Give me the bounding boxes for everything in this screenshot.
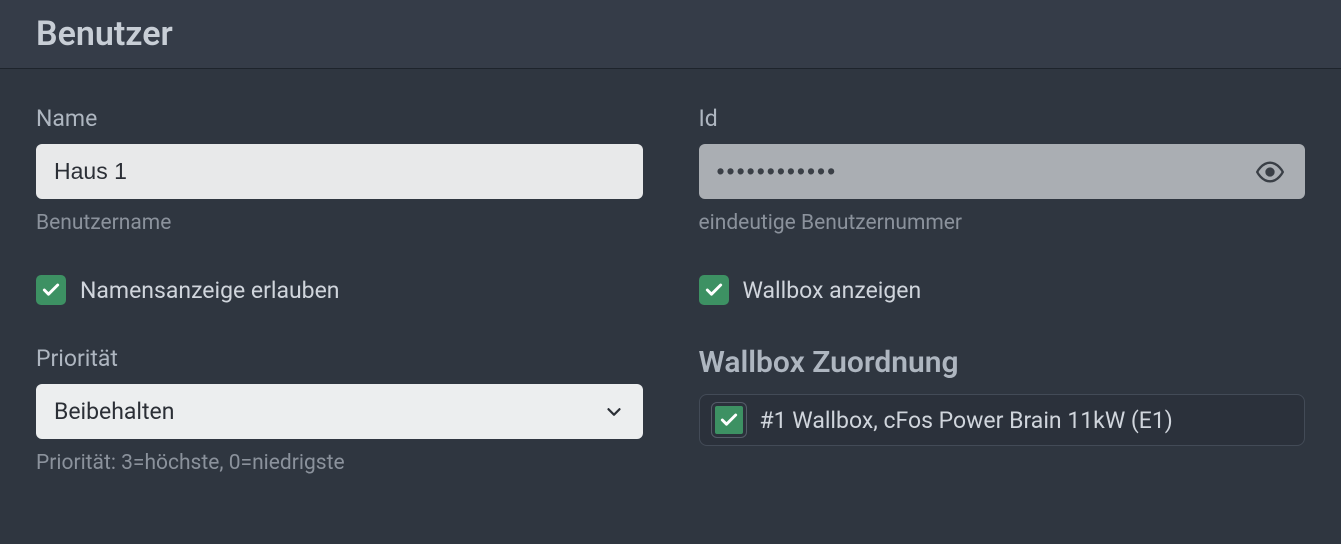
id-field: Id eindeutige Benutzernummer — [699, 105, 1306, 235]
panel-header: Benutzer — [0, 0, 1341, 69]
priority-select[interactable]: Beibehalten — [36, 384, 643, 439]
panel-title: Benutzer — [36, 14, 1305, 54]
wallbox-assignment-title: Wallbox Zuordnung — [699, 345, 1306, 380]
id-input[interactable] — [699, 144, 1306, 199]
name-field: Name Benutzername — [36, 105, 643, 235]
form-content: Name Benutzername Namensanzeige erlauben… — [0, 69, 1341, 475]
wallbox-assignment-item: #1 Wallbox, cFos Power Brain 11kW (E1) — [699, 394, 1306, 446]
check-icon — [719, 410, 739, 430]
check-icon — [41, 280, 61, 300]
priority-field: Priorität Beibehalten Priorität: 3=höchs… — [36, 345, 643, 475]
id-input-wrap — [699, 144, 1306, 199]
check-icon — [704, 280, 724, 300]
allow-name-display-label: Namensanzeige erlauben — [80, 277, 340, 304]
id-label: Id — [699, 105, 1306, 132]
priority-label: Priorität — [36, 345, 643, 372]
wallbox-assignment-checkbox[interactable] — [712, 403, 746, 437]
right-column: Id eindeutige Benutzernummer Wallbox anz… — [699, 105, 1306, 475]
show-wallbox-row: Wallbox anzeigen — [699, 275, 1306, 305]
id-helper: eindeutige Benutzernummer — [699, 211, 1306, 235]
eye-icon[interactable] — [1251, 158, 1289, 186]
allow-name-display-row: Namensanzeige erlauben — [36, 275, 643, 305]
name-label: Name — [36, 105, 643, 132]
left-column: Name Benutzername Namensanzeige erlauben… — [36, 105, 643, 475]
show-wallbox-checkbox[interactable] — [699, 275, 729, 305]
priority-select-wrap: Beibehalten — [36, 384, 643, 439]
wallbox-assignment-label: #1 Wallbox, cFos Power Brain 11kW (E1) — [760, 407, 1173, 434]
name-input[interactable] — [36, 144, 643, 199]
priority-helper: Priorität: 3=höchste, 0=niedrigste — [36, 451, 643, 475]
name-helper: Benutzername — [36, 211, 643, 235]
show-wallbox-label: Wallbox anzeigen — [743, 277, 922, 304]
allow-name-display-checkbox[interactable] — [36, 275, 66, 305]
